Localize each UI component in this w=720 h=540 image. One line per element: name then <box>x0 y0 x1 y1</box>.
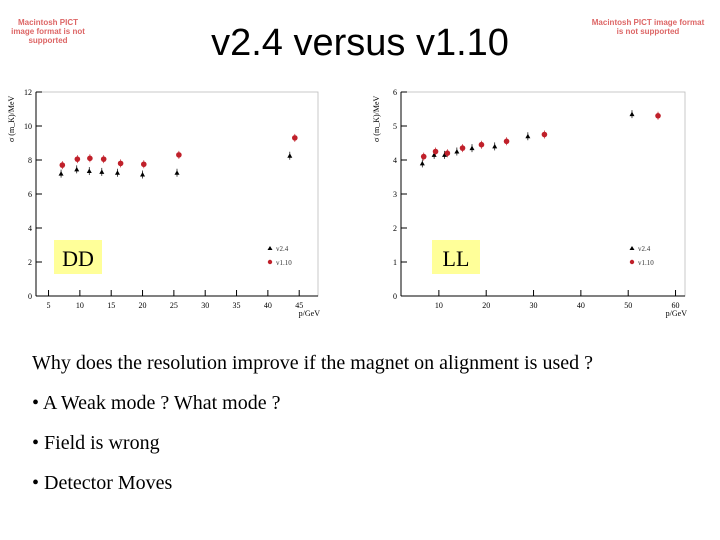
x-tick-label: 20 <box>139 301 147 310</box>
data-point-v1.10 <box>420 153 427 160</box>
legend-label: v2.4 <box>638 245 651 253</box>
legend-marker <box>267 246 273 250</box>
chart-dd: 0246810125 10 15 20 25 30 35 40 45p/GeVσ (m_K)/M… <box>7 88 321 318</box>
data-point-v2.4 <box>419 160 425 166</box>
x-tick-label: 15 <box>107 301 115 310</box>
data-point-v2.4 <box>525 133 531 139</box>
x-tick-label: 50 <box>624 301 632 310</box>
y-tick-label: 8 <box>28 156 32 165</box>
x-tick-label: 30 <box>201 301 209 310</box>
bullet-3: • Detector Moves <box>32 472 173 494</box>
y-tick-label: 2 <box>393 224 397 233</box>
data-point-v2.4 <box>58 171 64 176</box>
y-tick-label: 4 <box>28 224 32 233</box>
data-point-v2.4 <box>174 170 180 175</box>
data-point-v1.10 <box>459 145 466 151</box>
x-tick-label: 35 <box>233 301 241 310</box>
y-tick-label: 6 <box>393 88 397 97</box>
region-label: DD <box>62 246 94 271</box>
data-point-v2.4 <box>492 143 498 149</box>
y-axis-label: σ (m_K)/MeV <box>372 95 381 142</box>
x-tick-label: 10 <box>76 301 84 310</box>
y-tick-label: 2 <box>28 258 32 267</box>
bullet-text: Field is wrong <box>44 432 160 454</box>
data-point-v1.10 <box>541 131 548 138</box>
y-tick-label: 0 <box>28 292 32 301</box>
chart-ll: 012345610 20 30 40 50 60p/GeVσ (m_K)/MeVv2.4v… <box>372 88 688 318</box>
region-label: LL <box>443 246 470 271</box>
data-point-v1.10 <box>140 161 147 168</box>
data-point-v1.10 <box>87 155 93 162</box>
y-tick-label: 4 <box>393 156 397 165</box>
data-point-v2.4 <box>86 168 92 174</box>
bullet-2: • Field is wrong <box>32 432 160 454</box>
legend-label: v1.10 <box>638 259 654 267</box>
data-point-v2.4 <box>114 170 120 175</box>
data-point-v1.10 <box>444 150 451 156</box>
x-tick-label: 20 <box>482 301 490 310</box>
data-point-v2.4 <box>99 169 105 174</box>
y-tick-label: 1 <box>393 258 397 267</box>
x-tick-label: 25 <box>170 301 178 310</box>
y-tick-label: 5 <box>393 122 397 131</box>
slide-title: v2.4 versus v1.10 <box>211 22 509 64</box>
question-text: Why does the resolution improve if the m… <box>32 352 593 374</box>
x-axis-label: p/GeV <box>299 309 321 318</box>
data-point-v1.10 <box>432 148 439 155</box>
data-point-v2.4 <box>74 166 80 172</box>
legend-label: v2.4 <box>276 245 289 253</box>
x-tick-label: 40 <box>264 301 272 310</box>
x-axis-label: p/GeV <box>666 309 688 318</box>
data-point-v1.10 <box>74 156 81 162</box>
data-point-v1.10 <box>59 162 66 168</box>
legend-label: v1.10 <box>276 259 292 267</box>
data-point-v1.10 <box>292 135 298 141</box>
data-point-v2.4 <box>629 111 635 117</box>
bullet-text: Detector Moves <box>44 472 173 494</box>
y-axis-label: σ (m_K)/MeV <box>7 95 16 142</box>
data-point-v1.10 <box>478 141 485 148</box>
data-point-v1.10 <box>117 160 124 167</box>
data-point-v1.10 <box>503 138 510 145</box>
legend-marker <box>267 259 273 265</box>
y-tick-label: 6 <box>28 190 32 199</box>
data-point-v1.10 <box>176 152 182 158</box>
data-point-v2.4 <box>469 145 475 151</box>
bullet-1: • A Weak mode ? What mode ? <box>32 392 281 414</box>
data-point-v2.4 <box>287 153 293 158</box>
y-tick-label: 3 <box>393 190 397 199</box>
x-tick-label: 40 <box>577 301 585 310</box>
data-point-v1.10 <box>655 113 661 119</box>
y-tick-label: 10 <box>24 122 32 131</box>
x-tick-label: 30 <box>530 301 538 310</box>
data-point-v2.4 <box>140 171 146 177</box>
y-tick-label: 0 <box>393 292 397 301</box>
data-point-v1.10 <box>100 156 107 162</box>
y-tick-label: 12 <box>24 88 32 97</box>
x-tick-label: 10 <box>435 301 443 310</box>
legend-marker <box>629 246 635 250</box>
legend-marker <box>629 259 635 265</box>
x-tick-label: 5 <box>47 301 51 310</box>
bullet-text: A Weak mode ? What mode ? <box>42 392 281 414</box>
data-point-v2.4 <box>454 149 460 154</box>
